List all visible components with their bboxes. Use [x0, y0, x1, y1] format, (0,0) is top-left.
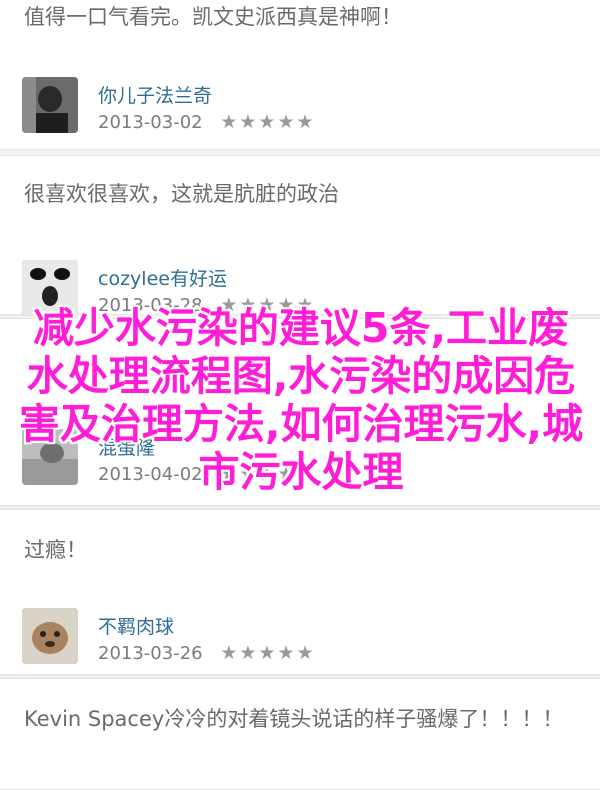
- rating-stars: ★★★★★: [220, 642, 316, 664]
- comment-meta: 2013-03-26 ★★★★★: [98, 642, 316, 664]
- comment-date: 2013-03-26: [98, 643, 203, 664]
- comment-meta: 2013-03-02 ★★★★★: [98, 111, 316, 133]
- comment-author: 不羁肉球 2013-03-26 ★★★★★: [22, 608, 562, 670]
- comment-date: 2013-03-02: [98, 112, 203, 133]
- username-link[interactable]: 你儿子法兰奇: [98, 81, 212, 108]
- avatar[interactable]: [22, 77, 78, 133]
- comment-card: 过瘾！ 不羁肉球 2013-03-26 ★★★★★: [0, 509, 600, 675]
- username-link[interactable]: cozylee有好运: [98, 264, 227, 291]
- avatar-pet-icon: [22, 608, 78, 664]
- comment-text: Kevin Spacey冷冷的对着镜头说话的样子骚爆了！！！！: [24, 707, 564, 731]
- avatar[interactable]: [22, 608, 78, 664]
- comment-text: 很喜欢很喜欢，这就是肮脏的政治: [24, 182, 339, 206]
- rating-stars: ★★★★★: [220, 111, 316, 133]
- comment-card: Kevin Spacey冷冷的对着镜头说话的样子骚爆了！！！！: [0, 678, 600, 790]
- comment-text: 过瘾！: [24, 538, 87, 562]
- comment-text: 值得一口气看完。凯文史派西真是神啊！: [24, 5, 402, 29]
- comment-author: 你儿子法兰奇 2013-03-02 ★★★★★: [22, 77, 562, 139]
- username-link[interactable]: 不羁肉球: [98, 612, 174, 639]
- comment-card: 很喜欢很喜欢，这就是肮脏的政治 cozylee有好运 2013-03-28 ★★…: [0, 155, 600, 316]
- comment-card: 值得一口气看完。凯文史派西真是神啊！ 你儿子法兰奇 2013-03-02 ★★★…: [0, 0, 600, 150]
- avatar-photo-icon: [22, 77, 78, 133]
- headline-overlay: 减少水污染的建议5条,工业废水处理流程图,水污染的成因危害及治理方法,如何治理污…: [18, 304, 584, 496]
